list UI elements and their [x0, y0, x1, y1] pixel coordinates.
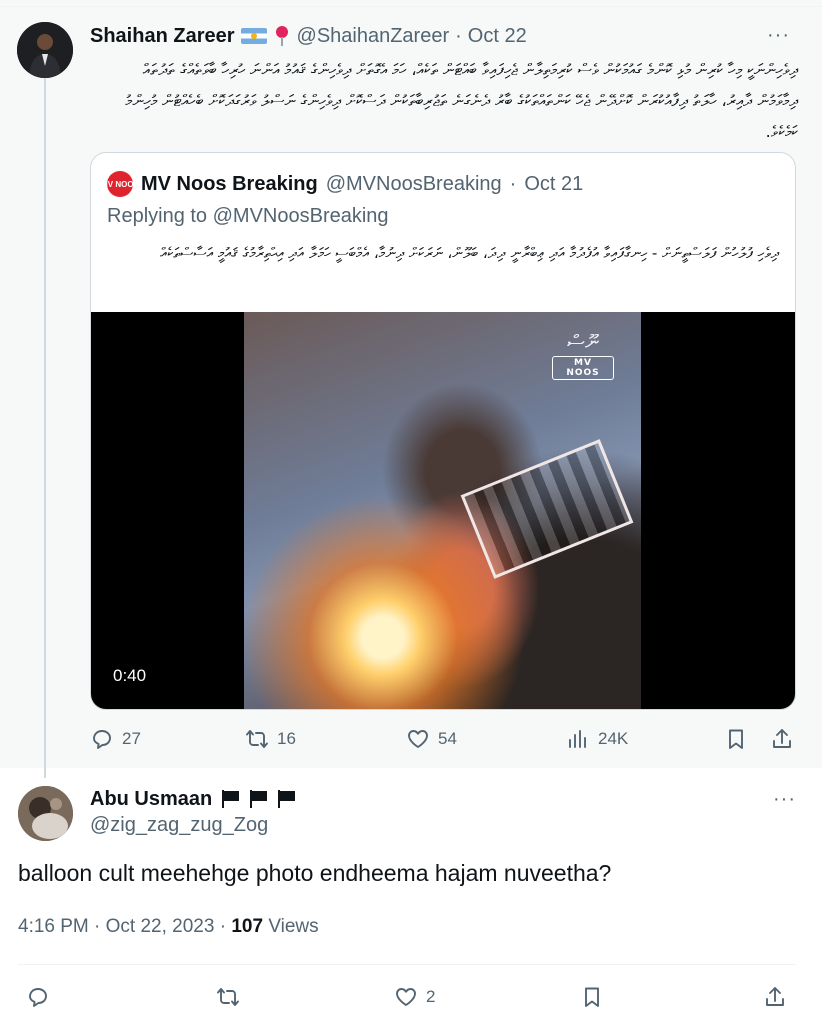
like-button[interactable]: 2 [394, 985, 435, 1009]
share-button[interactable] [763, 985, 787, 1009]
top-divider [0, 6, 822, 7]
burning-debris [460, 439, 634, 579]
reply-count: 27 [122, 729, 141, 748]
argentina-flag-icon [240, 28, 267, 44]
video-player[interactable]: ނޫސް MV NOOS 0:40 [91, 312, 795, 709]
like-count: 54 [438, 729, 457, 748]
bookmark-icon [729, 729, 743, 749]
reply-button[interactable]: 27 [90, 727, 141, 751]
quoted-tweet-text: ދިވެހި ފުލުހުން ފަލަސްތީނަށް - ހިނގާފައި… [160, 244, 779, 262]
heart-icon [408, 730, 428, 748]
black-flag-icon [220, 790, 240, 808]
like-count: 2 [426, 987, 436, 1006]
display-name[interactable]: Abu Usmaan [90, 786, 296, 812]
quoted-tweet-header: MV NOOS MV Noos Breaking @MVNoosBreaking… [101, 171, 584, 197]
views-count: 24K [598, 729, 629, 748]
bookmark-button[interactable] [724, 727, 748, 751]
share-button[interactable] [770, 727, 794, 751]
quoted-handle: @MVNoosBreaking [325, 172, 502, 195]
tweet-text: ދިވެހިންނަކީ މިހާ ކުރިން މުޅި ކޮންމެ ގައ… [125, 60, 798, 141]
repost-button[interactable]: 16 [245, 727, 296, 751]
reply-icon [29, 988, 47, 1007]
views-label: Views [268, 916, 319, 937]
more-options-icon[interactable]: ··· [773, 788, 796, 811]
analytics-icon [569, 730, 586, 748]
display-name-text: Abu Usmaan [90, 787, 213, 810]
person-silhouette-icon [17, 22, 73, 78]
timestamp[interactable]: 4:16 PM · Oct 22, 2023 · [18, 916, 231, 937]
reply-button[interactable] [26, 985, 58, 1009]
handle[interactable]: @zig_zag_zug_Zog [90, 814, 268, 837]
bookmark-icon [585, 987, 599, 1007]
black-flag-icon [248, 790, 268, 808]
parent-tweet[interactable]: Shaihan Zareer @ShaihanZareer · Oct 22 ·… [0, 0, 822, 778]
quoted-avatar[interactable]: MV NOOS [101, 171, 139, 197]
quoted-display-name: MV Noos Breaking [141, 172, 318, 195]
tweet-header: Shaihan Zareer @ShaihanZareer · Oct 22 [90, 22, 527, 50]
repost-icon [246, 730, 268, 748]
separator-dot: · [455, 24, 462, 47]
balloon-pin-icon [273, 25, 291, 47]
separator-dot: · [509, 172, 517, 195]
bookmark-button[interactable] [580, 985, 604, 1009]
heart-icon [396, 988, 416, 1006]
video-thumbnail: ނޫސް MV NOOS [244, 312, 641, 709]
quoted-date: Oct 21 [524, 172, 584, 195]
repost-button[interactable] [216, 985, 248, 1009]
profile-photo-icon [18, 786, 73, 841]
quoted-tweet[interactable]: MV NOOS MV Noos Breaking @MVNoosBreaking… [90, 152, 796, 710]
watermark-label: MV NOOS [552, 356, 614, 380]
display-name[interactable]: Shaihan Zareer [90, 25, 235, 48]
repost-count: 16 [277, 729, 296, 748]
video-duration: 0:40 [105, 664, 155, 688]
thread-line [44, 78, 46, 778]
handle[interactable]: @ShaihanZareer [297, 25, 450, 48]
avatar[interactable] [18, 786, 73, 841]
share-icon [773, 729, 791, 748]
replying-to-label: Replying to @MVNoosBreaking [107, 205, 389, 227]
like-button[interactable]: 54 [406, 727, 457, 751]
video-watermark: ނޫސް MV NOOS [552, 330, 614, 380]
share-icon [766, 987, 784, 1006]
divider [18, 964, 796, 965]
tweet-meta: 4:16 PM · Oct 22, 2023 · 107 Views [18, 916, 319, 938]
black-flag-icon [276, 790, 296, 808]
views-button[interactable]: 24K [566, 727, 628, 751]
reply-icon [93, 730, 111, 749]
tweet-text: balloon cult meehehge photo endheema haj… [18, 860, 612, 886]
avatar[interactable] [17, 22, 73, 78]
views-count: 107 [231, 916, 264, 937]
repost-icon [217, 988, 239, 1006]
more-options-icon[interactable]: ··· [767, 24, 790, 47]
tweet-date[interactable]: Oct 22 [468, 25, 527, 48]
watermark-logo: ނޫސް [567, 330, 599, 354]
